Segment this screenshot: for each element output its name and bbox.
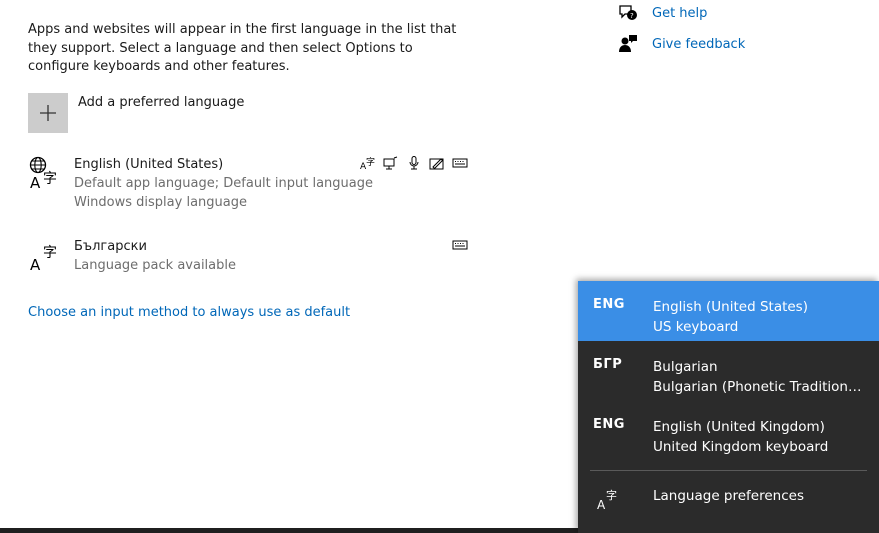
plus-icon [28, 93, 68, 133]
svg-text:A: A [30, 256, 41, 274]
add-language-button[interactable]: Add a preferred language [28, 93, 244, 133]
language-name: English (United States) [74, 157, 224, 172]
language-description: Apps and websites will appear in the fir… [28, 22, 457, 74]
input-code: ENG [593, 417, 625, 432]
svg-text:字: 字 [43, 171, 57, 187]
language-icon: A 字 [30, 245, 57, 274]
input-code: ENG [593, 297, 625, 312]
input-language: Bulgarian [653, 359, 718, 375]
feedback-icon [619, 35, 637, 52]
input-keyboard: US keyboard [653, 319, 739, 335]
input-keyboard: United Kingdom keyboard [653, 439, 829, 455]
input-keyboard: Bulgarian (Phonetic Traditional) [653, 379, 863, 395]
language-name: Български [74, 239, 147, 254]
input-switcher-flyout: ENG English (United States) US keyboard … [578, 281, 879, 533]
input-code: БГР [593, 357, 623, 372]
language-features: A字 [360, 155, 468, 172]
taskbar-edge [0, 528, 578, 533]
input-language: English (United States) [653, 299, 808, 315]
display-language-icon: A字 [360, 155, 376, 172]
text-to-speech-icon [383, 155, 399, 170]
svg-text:字: 字 [606, 488, 617, 502]
language-item-english-us[interactable]: A 字 English (United States) Default app … [28, 155, 468, 212]
help-chat-icon: ? [619, 5, 637, 20]
give-feedback-label: Give feedback [652, 36, 746, 52]
globe-language-icon: A 字 [29, 156, 57, 192]
language-features [452, 237, 468, 251]
svg-text:字: 字 [366, 156, 375, 168]
language-status: Language pack available [74, 258, 236, 273]
language-item-bulgarian[interactable]: A 字 Български Language pack available [28, 237, 468, 277]
svg-text:A: A [597, 498, 606, 512]
svg-text:A: A [30, 174, 41, 192]
language-preferences-button[interactable]: A 字 Language preferences [578, 477, 879, 529]
microphone-icon [406, 155, 422, 170]
give-feedback-link[interactable]: Give feedback [618, 34, 745, 54]
language-status: Default app language; Default input lang… [74, 176, 373, 191]
input-item-eng-uk[interactable]: ENG English (United Kingdom) United King… [578, 401, 879, 461]
svg-text:字: 字 [43, 245, 57, 261]
get-help-link[interactable]: ? Get help [618, 3, 707, 23]
svg-text:?: ? [630, 12, 634, 20]
input-item-bulgarian[interactable]: БГР Bulgarian Bulgarian (Phonetic Tradit… [578, 341, 879, 401]
keyboard-icon [452, 237, 468, 251]
handwriting-icon [429, 155, 445, 170]
language-preferences-label: Language preferences [653, 488, 804, 504]
keyboard-icon [452, 155, 468, 169]
add-language-label: Add a preferred language [78, 95, 245, 110]
input-method-link[interactable]: Choose an input method to always use as … [28, 305, 350, 320]
flyout-divider [590, 470, 867, 471]
input-language: English (United Kingdom) [653, 419, 825, 435]
language-icon: A 字 [597, 488, 617, 512]
language-status-2: Windows display language [74, 195, 247, 210]
get-help-label: Get help [652, 5, 708, 21]
input-item-eng-us[interactable]: ENG English (United States) US keyboard [578, 281, 879, 341]
